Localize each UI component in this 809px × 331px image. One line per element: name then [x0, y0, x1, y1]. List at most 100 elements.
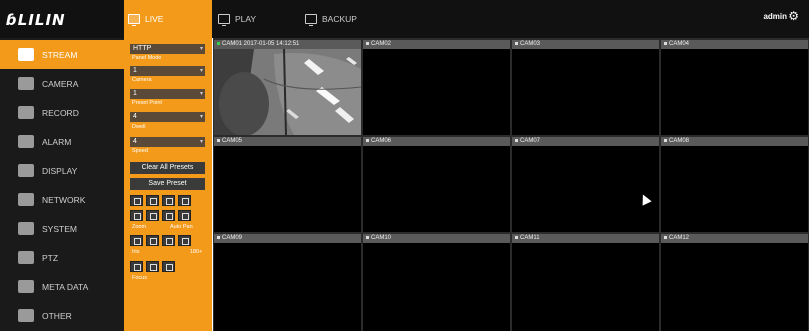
sidebar-item-label: CAMERA: [42, 78, 79, 89]
preset-point-select[interactable]: 1: [130, 89, 205, 99]
sidebar-item-label: RECORD: [42, 107, 79, 118]
sidebar-item-label: DISPLAY: [42, 165, 78, 176]
flip-right-icon[interactable]: [178, 235, 191, 246]
display-icon: [18, 164, 34, 177]
camera-title-text: CAM07: [520, 138, 541, 144]
camera-title-text: CAM12: [669, 235, 690, 241]
gear-icon[interactable]: ⚙: [788, 10, 799, 22]
sidebar-item-other[interactable]: OTHER: [0, 301, 124, 330]
focus-far-icon[interactable]: [146, 261, 159, 272]
lilin-logo: ɓLILIN: [6, 11, 66, 29]
sidebar-item-label: STREAM: [42, 49, 78, 60]
focus-auto-icon[interactable]: [162, 261, 175, 272]
status-indicator-icon: [515, 138, 518, 142]
camera-title: CAM02: [363, 40, 510, 49]
camera-title: CAM03: [512, 40, 659, 49]
monitor-icon: [305, 14, 317, 26]
play-icon: [18, 48, 34, 61]
dwell-select[interactable]: 4: [130, 112, 205, 122]
layout-grid-icon[interactable]: [162, 195, 175, 206]
tab-live[interactable]: LIVE: [124, 0, 212, 38]
status-indicator-icon: [515, 41, 518, 45]
layout-quad-icon[interactable]: [146, 195, 159, 206]
camera-cell-cam12[interactable]: CAM12: [661, 234, 808, 331]
tab-backup[interactable]: BACKUP: [305, 0, 357, 38]
flip-left-icon[interactable]: [162, 235, 175, 246]
iris-close-icon[interactable]: [146, 235, 159, 246]
camera-cell-cam01[interactable]: CAM01 2017-01-05 14:12:51: [214, 40, 361, 135]
camera-cell-cam09[interactable]: CAM09: [214, 234, 361, 331]
iris-open-icon[interactable]: [130, 235, 143, 246]
zoom-label: Zoom: [132, 224, 147, 230]
camera-title-text: CAM03: [520, 41, 541, 47]
sidebar-item-network[interactable]: NETWORK: [0, 185, 124, 214]
sidebar-item-alarm[interactable]: ALARM: [0, 127, 124, 156]
auto-pan-stop-icon[interactable]: [178, 210, 191, 221]
top-bar: ɓLILIN LIVE PLAY BACKUP admin ⚙: [0, 0, 809, 38]
camera-title: CAM01 2017-01-05 14:12:51: [214, 40, 361, 49]
fisheye-image: [214, 49, 361, 135]
sidebar-item-display[interactable]: DISPLAY: [0, 156, 124, 185]
status-indicator-icon: [366, 138, 369, 142]
sidebar-item-meta-data[interactable]: META DATA: [0, 272, 124, 301]
camera-cell-cam03[interactable]: CAM03: [512, 40, 659, 135]
camera-title-text: CAM02: [371, 41, 392, 47]
panel-mode-select[interactable]: HTTP: [130, 44, 205, 54]
camera-select[interactable]: 1: [130, 66, 205, 76]
sidebar-item-system[interactable]: SYSTEM: [0, 214, 124, 243]
sidebar-item-label: SYSTEM: [42, 223, 77, 234]
tab-play-label: PLAY: [235, 14, 257, 24]
sidebar-item-label: OTHER: [42, 310, 72, 321]
layout-single-icon[interactable]: [130, 195, 143, 206]
auto-pan-label: Auto Pan: [170, 224, 193, 230]
save-preset-button[interactable]: Save Preset: [130, 178, 205, 190]
user-name[interactable]: admin: [763, 12, 787, 21]
camera-cell-cam05[interactable]: CAM05: [214, 137, 361, 232]
monitor-icon: [218, 14, 230, 26]
camera-title-text: CAM08: [669, 138, 690, 144]
status-indicator-icon: [366, 235, 369, 239]
speed-label: Speed: [132, 148, 148, 154]
sidebar-item-camera[interactable]: CAMERA: [0, 69, 124, 98]
camera-cell-cam11[interactable]: CAM11: [512, 234, 659, 331]
camera-cell-cam02[interactable]: CAM02: [363, 40, 510, 135]
camera-title-text: CAM10: [371, 235, 392, 241]
monitor-icon: [128, 14, 140, 26]
camera-title-text: CAM05: [222, 138, 243, 144]
focus-label: Focus: [132, 275, 147, 281]
sidebar-item-record[interactable]: RECORD: [0, 98, 124, 127]
camera-cell-cam08[interactable]: CAM08: [661, 137, 808, 232]
focus-near-icon[interactable]: [130, 261, 143, 272]
sidebar-item-ptz[interactable]: PTZ: [0, 243, 124, 272]
ptz-control-panel: HTTP Panel Mode 1 Camera 1 Preset Point …: [124, 38, 212, 331]
camera-icon: [18, 77, 34, 90]
flip-label: 180+: [190, 249, 203, 255]
preset-point-label: Preset Point: [132, 100, 162, 106]
panel-mode-label: Panel Mode: [132, 55, 162, 61]
sidebar-item-label: META DATA: [42, 281, 89, 292]
camera-cell-cam06[interactable]: CAM06: [363, 137, 510, 232]
camera-cell-cam10[interactable]: CAM10: [363, 234, 510, 331]
layout-full-icon[interactable]: [178, 195, 191, 206]
sidebar-item-label: ALARM: [42, 136, 72, 147]
speed-select[interactable]: 4: [130, 137, 205, 147]
status-indicator-icon: [664, 138, 667, 142]
zoom-in-icon[interactable]: [130, 210, 143, 221]
camera-cell-cam07[interactable]: CAM07: [512, 137, 659, 232]
auto-pan-start-icon[interactable]: [162, 210, 175, 221]
camera-title-text: CAM09: [222, 235, 243, 241]
sidebar-item-label: PTZ: [42, 252, 59, 263]
camera-title: CAM12: [661, 234, 808, 243]
clear-all-presets-button[interactable]: Clear All Presets: [130, 162, 205, 174]
camera-title: CAM09: [214, 234, 361, 243]
zoom-out-icon[interactable]: [146, 210, 159, 221]
sidebar-item-label: NETWORK: [42, 194, 86, 205]
sidebar-item-stream[interactable]: STREAM: [0, 40, 124, 69]
dwell-label: Dwell: [132, 124, 146, 130]
tab-play[interactable]: PLAY: [218, 0, 256, 38]
zoom-row: [130, 210, 191, 221]
camera-grid: CAM01 2017-01-05 14:12:51 CAM02 CAM03 CA…: [213, 38, 809, 331]
camera-cell-cam04[interactable]: CAM04: [661, 40, 808, 135]
ptz-icon: [18, 251, 34, 264]
camera-title: CAM07: [512, 137, 659, 146]
